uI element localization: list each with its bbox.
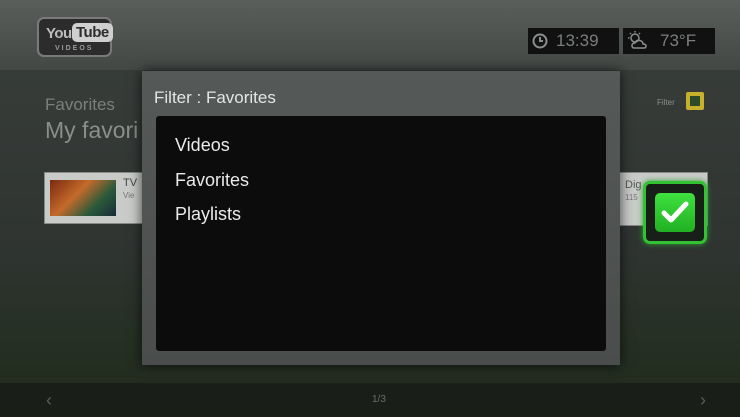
filter-options-list: Videos Favorites Playlists [156,116,606,351]
time-text: 13:39 [556,31,599,50]
video-title: TV [123,177,138,189]
video-thumbnail [50,180,116,216]
video-subtitle: Vie [123,191,135,200]
logo-tube-text: Tube [72,23,113,42]
checkmark-icon [655,193,695,232]
logo-you-text: You [46,25,72,42]
filter-dialog: Filter : Favorites Videos Favorites Play… [142,71,620,365]
logo-subtitle: VIDEOS [55,45,94,52]
filter-option-videos[interactable]: Videos [175,135,230,156]
top-bar: You Tube VIDEOS 13:39 73°F [0,0,740,70]
weather-display: 73°F [623,28,715,54]
video-subtitle: 115 [625,193,638,202]
bottom-bar [0,383,740,417]
filter-option-favorites[interactable]: Favorites [175,170,249,191]
filter-label: Filter [657,98,675,107]
youtube-logo: You Tube VIDEOS [37,17,113,57]
partly-cloudy-icon [628,31,647,49]
section-header: Favorites [45,95,115,114]
filter-icon[interactable] [686,92,704,110]
filter-option-playlists[interactable]: Playlists [175,204,241,225]
clock-display: 13:39 [528,28,619,54]
previous-page-arrow[interactable]: ‹ [46,390,52,411]
section-subheader: My favori [45,117,139,143]
video-item-left[interactable]: TV Vie [44,172,150,224]
filter-icon-glyph [690,96,700,106]
clock-icon [532,33,548,49]
video-title: Dig [625,179,642,191]
confirm-button[interactable] [643,181,707,244]
temperature-text: 73°F [660,31,697,50]
dialog-title: Filter : Favorites [154,88,276,107]
page-indicator: 1/3 [372,394,386,405]
next-page-arrow[interactable]: › [700,390,706,411]
